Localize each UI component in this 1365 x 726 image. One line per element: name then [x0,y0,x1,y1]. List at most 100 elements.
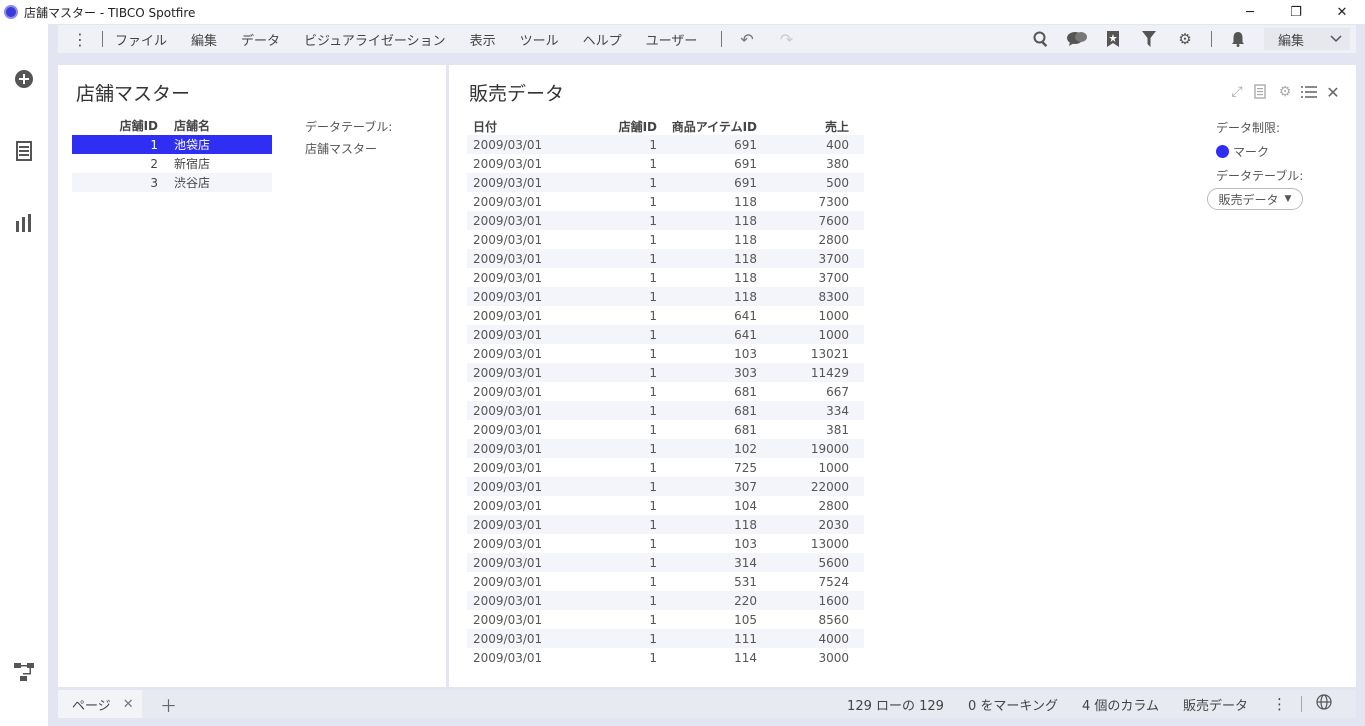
legend-marking-label: マーク [1233,144,1270,159]
page-tab[interactable]: ページ ✕ [58,690,142,718]
store-name-cell: 池袋店 [174,138,211,152]
status-more-icon[interactable]: ⋮ [1272,695,1287,713]
column-header-store-id[interactable]: 店舗ID [72,117,168,135]
notification-bell-icon[interactable] [1220,31,1256,47]
sales-table-row[interactable]: 2009/03/01 1 118 2800 [467,230,864,249]
sales-table-row[interactable]: 2009/03/01 1 111 4000 [467,629,864,648]
sales-table-row[interactable]: 2009/03/01 1 641 1000 [467,306,864,325]
details-icon[interactable] [1252,83,1270,101]
sales-table-row[interactable]: 2009/03/01 1 220 1600 [467,591,864,610]
store-id-cell: 1 [649,517,657,532]
menu-help[interactable]: ヘルプ [583,30,622,49]
more-menu-icon[interactable]: ⋮ [58,30,102,49]
minimize-button[interactable]: ─ [1227,0,1273,24]
data-flow-icon[interactable] [12,660,36,684]
column-header-date[interactable]: 日付 [467,118,587,135]
sales-table-row[interactable]: 2009/03/01 1 118 7300 [467,192,864,211]
sales-table-body: 2009/03/01 1 691 400 2009/03/01 1 691 380 2009/0… [467,135,864,667]
close-visualization-icon[interactable]: ✕ [1324,83,1342,102]
data-table-icon[interactable] [12,139,36,163]
close-page-icon[interactable]: ✕ [123,697,134,712]
date-cell: 2009/03/01 [473,574,543,589]
menu-user[interactable]: ユーザー [646,30,698,49]
legend-data-table-row: 販売データ ▼ [1207,187,1346,211]
legend-list-icon[interactable] [1300,83,1318,101]
sales-table-row[interactable]: 2009/03/01 1 118 3700 [467,268,864,287]
globe-icon[interactable] [1316,694,1332,714]
sales-table-row[interactable]: 2009/03/01 1 114 3000 [467,648,864,667]
add-page-icon[interactable]: ＋ [160,692,177,717]
settings-gear-icon[interactable]: ⚙ [1167,30,1203,48]
sales-table-row[interactable]: 2009/03/01 1 681 381 [467,420,864,439]
redo-icon[interactable]: ↷ [780,30,793,49]
column-header-sales[interactable]: 売上 [757,118,857,135]
date-cell: 2009/03/01 [473,555,543,570]
search-icon[interactable] [1023,31,1059,47]
store-id-cell: 1 [649,536,657,551]
bookmark-icon[interactable] [1095,31,1131,47]
close-window-button[interactable]: ✕ [1319,0,1365,24]
store-id-cell: 1 [649,460,657,475]
window-title: 店舗マスター - TIBCO Spotfire [24,5,196,20]
item-id-cell: 118 [734,517,757,532]
store-table-row[interactable]: 2 新宿店 [72,154,272,173]
sales-table-row[interactable]: 2009/03/01 1 307 22000 [467,477,864,496]
menu-tools[interactable]: ツール [520,30,559,49]
store-id-cell: 1 [649,251,657,266]
sales-table-row[interactable]: 2009/03/01 1 691 380 [467,154,864,173]
sales-table-row[interactable]: 2009/03/01 1 118 2030 [467,515,864,534]
mode-dropdown[interactable]: 編集 [1264,28,1350,50]
column-header-item-id[interactable]: 商品アイテムID [657,118,757,135]
sales-table-row[interactable]: 2009/03/01 1 103 13021 [467,344,864,363]
sales-table-row[interactable]: 2009/03/01 1 105 8560 [467,610,864,629]
sales-table-row[interactable]: 2009/03/01 1 681 334 [467,401,864,420]
column-header-store-name[interactable]: 店舗名 [168,117,272,135]
sales-data-title: 販売データ [469,83,565,105]
title-bar: 店舗マスター - TIBCO Spotfire ─ ❐ ✕ [0,0,1365,24]
date-cell: 2009/03/01 [473,403,543,418]
properties-gear-icon[interactable]: ⚙ [1276,83,1294,101]
sales-table-row[interactable]: 2009/03/01 1 641 1000 [467,325,864,344]
active-table-status[interactable]: 販売データ [1183,695,1248,714]
sales-table-row[interactable]: 2009/03/01 1 102 19000 [467,439,864,458]
menu-data[interactable]: データ [241,30,280,49]
sales-table-row[interactable]: 2009/03/01 1 104 2800 [467,496,864,515]
filter-icon[interactable] [1131,31,1167,47]
legend-marking-row[interactable]: マーク [1216,139,1346,163]
sales-table-row[interactable]: 2009/03/01 1 118 7600 [467,211,864,230]
store-name-cell: 新宿店 [174,157,211,171]
sales-table-row[interactable]: 2009/03/01 1 681 667 [467,382,864,401]
store-id-cell: 1 [649,479,657,494]
store-table-row[interactable]: 3 渋谷店 [72,173,272,192]
sales-table-row[interactable]: 2009/03/01 1 303 11429 [467,363,864,382]
store-table-row[interactable]: 1 池袋店 [72,135,272,154]
menu-file[interactable]: ファイル [115,30,167,49]
date-cell: 2009/03/01 [473,650,543,665]
sales-table-row[interactable]: 2009/03/01 1 314 5600 [467,553,864,572]
menu-visualization[interactable]: ビジュアライゼーション [304,30,446,49]
sales-table-row[interactable]: 2009/03/01 1 725 1000 [467,458,864,477]
sales-table-row[interactable]: 2009/03/01 1 118 8300 [467,287,864,306]
column-header-store-id[interactable]: 店舗ID [587,118,657,135]
maximize-icon[interactable]: ⤢ [1228,83,1246,101]
sales-table-row[interactable]: 2009/03/01 1 103 13000 [467,534,864,553]
item-id-cell: 725 [734,460,757,475]
store-id-cell: 1 [649,308,657,323]
menu-view[interactable]: 表示 [470,30,496,49]
add-icon[interactable] [12,67,36,91]
collaboration-icon[interactable] [1059,31,1095,47]
visualization-icon[interactable] [12,211,36,235]
data-table-dropdown[interactable]: 販売データ ▼ [1207,188,1303,210]
undo-icon[interactable]: ↶ [740,30,753,49]
sales-cell: 2800 [818,498,849,513]
item-id-cell: 118 [734,270,757,285]
sales-table-row[interactable]: 2009/03/01 1 691 400 [467,135,864,154]
sales-table-row[interactable]: 2009/03/01 1 118 3700 [467,249,864,268]
sales-table: 日付 店舗ID 商品アイテムID 売上 2009/03/01 1 691 400 200… [467,117,864,667]
sales-table-row[interactable]: 2009/03/01 1 691 500 [467,173,864,192]
restore-button[interactable]: ❐ [1273,0,1319,24]
menu-edit[interactable]: 編集 [191,30,217,49]
right-toolbar: ⚙ 編集 [1023,25,1356,53]
store-id-cell: 1 [649,365,657,380]
sales-table-row[interactable]: 2009/03/01 1 531 7524 [467,572,864,591]
